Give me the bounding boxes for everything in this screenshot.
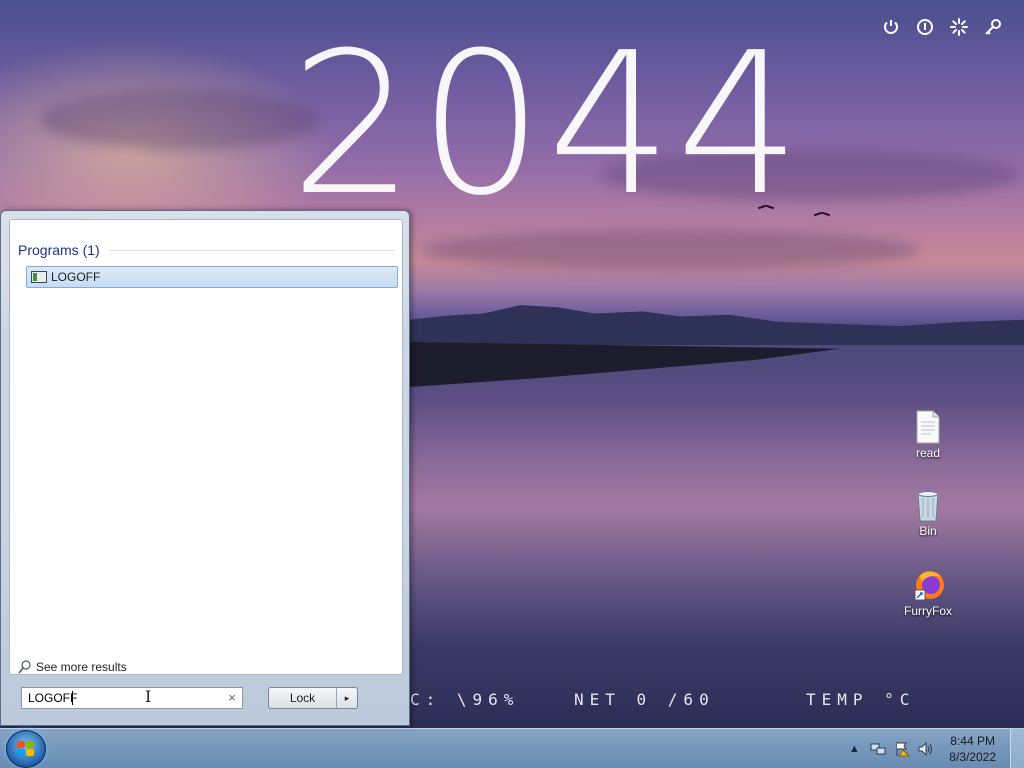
ibeam-cursor: I [145, 687, 152, 706]
recycle-bin-icon [912, 488, 944, 522]
see-more-label: See more results [36, 660, 127, 674]
action-center-icon[interactable] [893, 740, 911, 758]
clear-search-icon[interactable]: × [225, 691, 239, 705]
desktop-icon-label: FurryFox [904, 604, 952, 618]
bird [814, 211, 830, 217]
clock-time: 8:44 PM [950, 734, 995, 748]
show-hidden-icons[interactable]: ▲ [845, 740, 863, 758]
programs-header-label: Programs (1) [18, 242, 100, 258]
section-divider [109, 249, 394, 251]
search-result-logoff[interactable]: LOGOFF [26, 266, 398, 288]
magnifier-icon [18, 660, 31, 674]
program-icon [31, 271, 47, 283]
shoreline [410, 342, 840, 387]
system-tray: ▲ 8:44 PM 8/3/2022 [845, 729, 1004, 768]
desktop-icon-label: Bin [919, 524, 937, 538]
text-file-icon [912, 410, 944, 444]
system-stats: C: \96% NET 0 /60 TEMP °C [410, 690, 1024, 714]
clock-date: 8/3/2022 [949, 750, 996, 764]
taskbar-clock[interactable]: 8:44 PM 8/3/2022 [949, 733, 996, 765]
windows-logo-icon [17, 741, 35, 757]
see-more-results-link[interactable]: See more results [18, 660, 127, 674]
lock-button-label[interactable]: Lock [269, 688, 337, 708]
desktop-icon-read[interactable]: read [898, 410, 958, 460]
lock-button[interactable]: Lock ▸ [268, 687, 358, 709]
key-icon[interactable] [982, 16, 1004, 38]
cloud [40, 90, 320, 150]
mountain-range [410, 305, 1024, 345]
desktop-year-display: 2044 [290, 11, 805, 239]
desktop-icon-label: read [915, 446, 941, 460]
start-button[interactable] [6, 730, 46, 768]
search-results-panel: Programs (1) LOGOFF See more results [9, 219, 403, 675]
shutdown-options-arrow-icon[interactable]: ▸ [337, 688, 357, 708]
net-stat: NET 0 /60 [574, 690, 715, 709]
taskbar: ▲ 8:44 PM 8/3/2022 [0, 728, 1024, 768]
network-icon[interactable] [869, 740, 887, 758]
power-icon[interactable] [880, 16, 902, 38]
info-icon[interactable] [914, 16, 936, 38]
temp-stat: TEMP °C [806, 690, 916, 709]
search-result-label: LOGOFF [51, 270, 101, 284]
firefox-shortcut-icon [912, 568, 944, 602]
show-desktop-button[interactable] [1010, 729, 1024, 768]
programs-section-header: Programs (1) [18, 242, 394, 258]
loading-icon[interactable] [948, 16, 970, 38]
cpu-stat: C: \96% [410, 690, 520, 709]
text-caret [72, 691, 73, 705]
desktop-icon-bin[interactable]: Bin [898, 488, 958, 538]
start-menu: Programs (1) LOGOFF See more results LOG… [0, 210, 410, 726]
start-search-input[interactable]: LOGOFF [21, 687, 243, 709]
desktop-icon-furryfox[interactable]: FurryFox [898, 568, 958, 618]
power-icons [880, 16, 1004, 38]
volume-icon[interactable] [917, 740, 935, 758]
